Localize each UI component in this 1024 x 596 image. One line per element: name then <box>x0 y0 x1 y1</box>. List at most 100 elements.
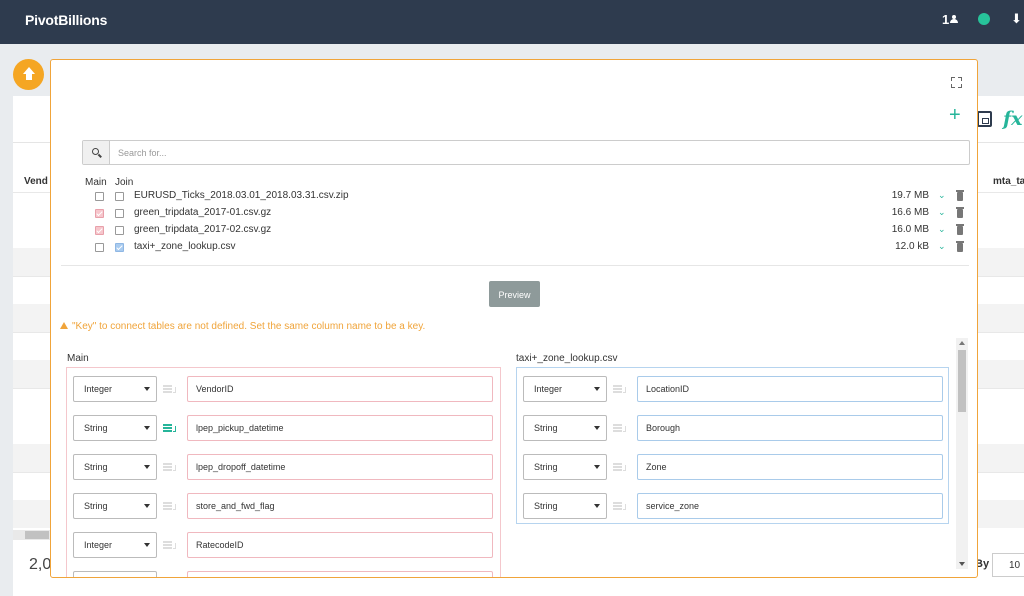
key-toggle-icon[interactable] <box>163 501 177 511</box>
join-panel-title: taxi+_zone_lookup.csv <box>516 353 618 364</box>
column-name-input[interactable]: RatecodeID <box>187 532 493 558</box>
vertical-scrollbar[interactable] <box>956 338 968 569</box>
trash-icon[interactable] <box>956 224 964 235</box>
type-select[interactable] <box>73 571 157 577</box>
scroll-up-icon[interactable] <box>959 341 965 345</box>
app-title: PivotBillions <box>25 12 108 28</box>
caret-down-icon <box>144 426 150 430</box>
upload-icon[interactable] <box>13 59 44 90</box>
type-select[interactable]: String <box>523 454 607 480</box>
main-column-header: Main <box>85 177 107 188</box>
add-icon[interactable]: + <box>949 105 961 125</box>
online-users[interactable]: 1 <box>942 12 959 27</box>
file-name: green_tripdata_2017-01.csv.gz <box>134 207 272 218</box>
file-size: 12.0 kB <box>895 241 929 252</box>
schema-row: String Borough <box>517 415 948 441</box>
type-select[interactable]: String <box>73 415 157 441</box>
key-toggle-icon[interactable] <box>613 384 627 394</box>
caret-down-icon <box>594 426 600 430</box>
schema-row: Integer RatecodeID <box>67 532 500 558</box>
join-checkbox[interactable] <box>115 226 124 235</box>
warning-icon <box>60 322 68 329</box>
caret-down-icon <box>144 387 150 391</box>
file-row: green_tripdata_2017-01.csv.gz 16.6 MB ⌄ <box>51 205 977 222</box>
main-checkbox[interactable] <box>95 192 104 201</box>
save-icon[interactable] <box>977 111 992 127</box>
type-select[interactable]: String <box>73 493 157 519</box>
main-checkbox[interactable] <box>95 243 104 252</box>
preview-button[interactable]: Preview <box>489 281 540 307</box>
column-name-input[interactable]: LocationID <box>637 376 943 402</box>
file-size: 19.7 MB <box>891 190 929 201</box>
file-size: 16.0 MB <box>891 224 929 235</box>
type-select[interactable]: String <box>523 415 607 441</box>
search-input[interactable] <box>110 141 969 164</box>
caret-down-icon <box>594 387 600 391</box>
expand-icon[interactable] <box>951 77 962 88</box>
column-name-input[interactable]: Borough <box>637 415 943 441</box>
file-row: EURUSD_Ticks_2018.03.01_2018.03.31.csv.z… <box>51 188 977 205</box>
chevron-down-icon[interactable]: ⌄ <box>938 241 946 252</box>
caret-down-icon <box>594 465 600 469</box>
main-schema-panel: Integer VendorID String lpep_pickup_date… <box>66 367 501 577</box>
type-select[interactable]: Integer <box>73 532 157 558</box>
scrollbar-thumb[interactable] <box>958 350 966 412</box>
column-name-input[interactable]: lpep_pickup_datetime <box>187 415 493 441</box>
main-checkbox[interactable] <box>95 226 104 235</box>
column-name-input[interactable]: service_zone <box>637 493 943 519</box>
chevron-down-icon[interactable]: ⌄ <box>938 190 946 201</box>
search-icon <box>83 141 110 164</box>
type-select[interactable]: Integer <box>73 376 157 402</box>
caret-down-icon <box>144 465 150 469</box>
caret-down-icon <box>144 504 150 508</box>
schema-row: Integer VendorID <box>67 376 500 402</box>
trash-icon[interactable] <box>956 190 964 201</box>
chevron-down-icon[interactable]: ⌄ <box>938 224 946 235</box>
column-name-input[interactable]: lpep_dropoff_datetime <box>187 454 493 480</box>
schema-row: String lpep_dropoff_datetime <box>67 454 500 480</box>
main-checkbox[interactable] <box>95 209 104 218</box>
top-bar: PivotBillions 1 ⬇ <box>0 0 1024 44</box>
join-schema-panel: Integer LocationID String Borough String… <box>516 367 949 524</box>
column-name-input[interactable]: store_and_fwd_flag <box>187 493 493 519</box>
key-toggle-icon[interactable] <box>613 423 627 433</box>
file-row: taxi+_zone_lookup.csv 12.0 kB ⌄ <box>51 239 977 256</box>
formula-icon[interactable]: fx <box>1003 108 1023 130</box>
key-toggle-icon[interactable] <box>613 501 627 511</box>
file-name: EURUSD_Ticks_2018.03.01_2018.03.31.csv.z… <box>134 190 349 201</box>
row-count: 2,0 <box>29 556 52 573</box>
join-checkbox[interactable] <box>115 209 124 218</box>
trash-icon[interactable] <box>956 207 964 218</box>
background-column-header: Vend <box>24 176 48 187</box>
scroll-down-icon[interactable] <box>959 562 965 566</box>
horizontal-scrollbar[interactable] <box>13 530 53 540</box>
key-toggle-icon[interactable] <box>163 540 177 550</box>
type-select[interactable]: String <box>523 493 607 519</box>
type-select[interactable]: String <box>73 454 157 480</box>
column-name-input[interactable]: VendorID <box>187 376 493 402</box>
column-name-input[interactable]: Zone <box>637 454 943 480</box>
type-select[interactable]: Integer <box>523 376 607 402</box>
key-toggle-icon[interactable] <box>163 423 177 433</box>
user-icon <box>950 14 959 24</box>
key-toggle-icon[interactable] <box>163 384 177 394</box>
by-select[interactable]: 10 <box>992 553 1024 577</box>
file-size: 16.6 MB <box>891 207 929 218</box>
key-toggle-icon[interactable] <box>163 462 177 472</box>
join-checkbox[interactable] <box>115 192 124 201</box>
schema-row-partial <box>67 571 500 577</box>
download-icon[interactable]: ⬇ <box>1011 11 1022 27</box>
file-name: taxi+_zone_lookup.csv <box>134 241 236 252</box>
trash-icon[interactable] <box>956 241 964 252</box>
file-name: green_tripdata_2017-02.csv.gz <box>134 224 272 235</box>
search-box <box>82 140 970 165</box>
key-toggle-icon[interactable] <box>613 462 627 472</box>
column-name-input[interactable] <box>187 571 493 577</box>
data-join-dialog: + Main Join EURUSD_Ticks_2018.03.01_2018… <box>50 59 978 578</box>
caret-down-icon <box>594 504 600 508</box>
join-checkbox[interactable] <box>115 243 124 252</box>
file-row: green_tripdata_2017-02.csv.gz 16.0 MB ⌄ <box>51 222 977 239</box>
chevron-down-icon[interactable]: ⌄ <box>938 207 946 218</box>
join-column-header: Join <box>115 177 134 188</box>
background-column-header: mta_ta <box>993 176 1024 187</box>
